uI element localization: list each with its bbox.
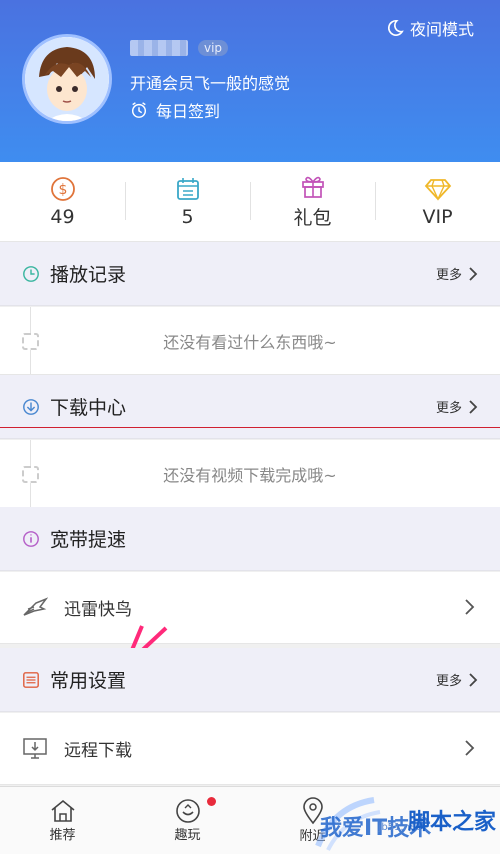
download-center-header[interactable]: 下载中心 更多 [0, 375, 500, 439]
member-slogan[interactable]: 开通会员飞一般的感觉 [130, 70, 290, 94]
placeholder-icon [22, 333, 39, 350]
settings-list-icon [23, 671, 39, 688]
stat-calendar[interactable]: 5 [125, 162, 250, 241]
chevron-right-icon [469, 399, 478, 414]
monitor-download-icon [23, 737, 47, 759]
stat-coins[interactable]: $ 49 [0, 162, 125, 241]
download-empty: 还没有视频下载完成哦~ [0, 440, 500, 508]
alarm-clock-icon [131, 102, 147, 118]
tab-nearby-label: 附近 [299, 829, 326, 844]
more-label: 更多 [435, 401, 462, 416]
stat-gift[interactable]: 礼包 [250, 162, 375, 241]
tab-recommend[interactable]: 推荐 [0, 787, 125, 854]
daily-checkin-label: 每日签到 [156, 102, 221, 121]
tab-recommend-label: 推荐 [49, 828, 76, 843]
chevron-right-icon [469, 266, 478, 281]
username-row: vip [130, 40, 229, 56]
bottom-tab-bar: 推荐 趣玩 附近 [0, 786, 500, 854]
play-history-empty: 还没有看过什么东西哦~ [0, 307, 500, 375]
broadband-header[interactable]: 宽带提速 [0, 507, 500, 571]
remote-download-item[interactable]: 远程下载 [0, 713, 500, 785]
download-center-more-button[interactable]: 更多 [436, 375, 478, 438]
gift-icon [301, 176, 324, 198]
placeholder-icon [22, 466, 39, 483]
calendar-icon [176, 177, 199, 200]
common-settings-header[interactable]: 常用设置 更多 [0, 648, 500, 712]
more-label: 更多 [435, 268, 462, 283]
stat-vip-value: VIP [422, 205, 453, 228]
xunlei-bird-label: 迅雷快鸟 [64, 600, 132, 620]
common-settings-title: 常用设置 [50, 670, 127, 692]
download-icon [23, 398, 39, 415]
diamond-icon [424, 178, 451, 201]
location-pin-icon [302, 797, 323, 825]
smile-face-icon [175, 799, 200, 823]
coin-icon: $ [50, 176, 75, 201]
chevron-right-icon [465, 740, 475, 756]
play-history-header[interactable]: 播放记录 更多 [0, 242, 500, 306]
xunlei-bird-item[interactable]: 迅雷快鸟 [0, 572, 500, 644]
night-mode-label: 夜间模式 [409, 20, 474, 39]
vip-badge: vip [198, 40, 229, 56]
daily-checkin-button[interactable]: 每日签到 [130, 98, 220, 122]
broadband-title: 宽带提速 [50, 529, 127, 551]
night-mode-button[interactable]: 夜间模式 [386, 16, 474, 40]
notification-dot [207, 797, 216, 806]
tab-nearby[interactable]: 附近 [250, 787, 375, 854]
svg-text:$: $ [58, 182, 67, 198]
avatar[interactable] [22, 34, 112, 124]
clock-icon [23, 265, 39, 282]
play-history-empty-text: 还没有看过什么东西哦~ [163, 332, 337, 352]
username-blurred [130, 40, 188, 56]
stat-coins-value: 49 [50, 205, 75, 228]
bird-icon [23, 596, 48, 616]
stat-gift-value: 礼包 [293, 207, 332, 229]
chevron-right-icon [469, 672, 478, 687]
moon-icon [388, 19, 404, 36]
chevron-right-icon [465, 599, 475, 615]
download-center-title: 下载中心 [50, 397, 127, 419]
play-history-title: 播放记录 [50, 264, 127, 286]
play-history-more-button[interactable]: 更多 [436, 242, 478, 305]
profile-header: 夜间模式 vip 开通会员飞一般的感觉 每日签到 [0, 0, 500, 162]
stats-bar: $ 49 5 礼包 VIP [0, 162, 500, 242]
tab-fun[interactable]: 趣玩 [125, 787, 250, 854]
home-icon [50, 799, 75, 822]
info-icon [23, 530, 39, 547]
tab-me[interactable] [375, 787, 500, 854]
stat-calendar-value: 5 [181, 205, 194, 228]
remote-download-label: 远程下载 [64, 741, 132, 761]
common-settings-more-button[interactable]: 更多 [436, 648, 478, 711]
tab-fun-label: 趣玩 [174, 828, 201, 843]
download-empty-text: 还没有视频下载完成哦~ [163, 465, 337, 485]
stat-vip[interactable]: VIP [375, 162, 500, 241]
more-label: 更多 [435, 674, 462, 689]
divider [0, 427, 500, 428]
